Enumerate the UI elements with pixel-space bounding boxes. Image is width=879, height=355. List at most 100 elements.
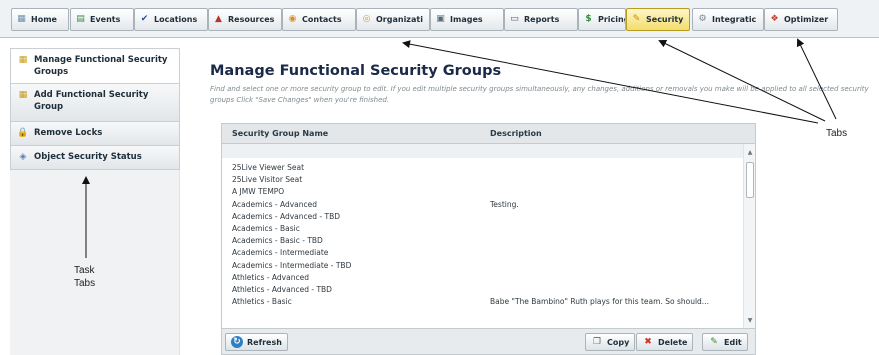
scroll-up-icon[interactable]: ▲ bbox=[744, 148, 755, 158]
table-row[interactable]: 25Live Visitor Seat bbox=[222, 174, 743, 186]
tabs-annotation-label: Tabs bbox=[826, 128, 848, 139]
task-tab-label: Add Functional Security Group bbox=[34, 90, 149, 112]
scroll-down-icon[interactable]: ▼ bbox=[744, 316, 755, 326]
grid-toolbar: ↻ Refresh ❐ Copy ✖ Delete ✎ Edit bbox=[222, 328, 755, 354]
table-row[interactable]: Academics - Basic - TBD bbox=[222, 235, 743, 247]
events-icon: ▤ bbox=[76, 14, 85, 24]
task-panel-background bbox=[10, 170, 180, 355]
grid-header: Security Group Name Description bbox=[222, 124, 755, 144]
table-row[interactable]: Academics - Basic bbox=[222, 223, 743, 235]
manage-groups-icon: ▦ bbox=[18, 55, 28, 65]
tab-label: Resources bbox=[228, 15, 275, 24]
shield-icon: ◈ bbox=[19, 152, 27, 162]
grid-scrollbar[interactable]: ▲ ▼ bbox=[743, 144, 755, 328]
cell-group-name: Athletics - Advanced bbox=[232, 272, 309, 282]
resources-icon: ▲ bbox=[215, 14, 222, 24]
add-group-icon: ▦ bbox=[18, 90, 28, 100]
refresh-button[interactable]: ↻ Refresh bbox=[225, 333, 288, 351]
table-row[interactable]: Athletics - Basic Babe "The Bambino" Ruth… bbox=[222, 296, 743, 308]
cell-group-name: 25Live Visitor Seat bbox=[232, 175, 303, 185]
table-row[interactable]: A JMW TEMPO bbox=[222, 186, 743, 198]
cell-group-name: 25Live Viewer Seat bbox=[232, 163, 305, 172]
tab-events[interactable]: ▤ Events bbox=[70, 8, 134, 31]
top-tab-bar: ▦ Home ▤ Events ✔ Locations ▲ Resources ◉ Contact… bbox=[0, 0, 879, 38]
copy-label: Copy bbox=[607, 337, 630, 347]
locations-icon: ✔ bbox=[140, 14, 149, 24]
delete-button[interactable]: ✖ Delete bbox=[636, 333, 694, 351]
table-row[interactable]: Athletics - Advanced - TBD bbox=[222, 284, 743, 296]
table-row[interactable]: Athletics - Advanced bbox=[222, 272, 743, 284]
table-row[interactable]: 25Live Viewer Seat bbox=[222, 162, 743, 174]
tab-resources[interactable]: ▲ Resources bbox=[208, 8, 282, 31]
tab-label: Optimizer bbox=[784, 15, 829, 24]
pricing-icon: $ bbox=[585, 14, 592, 24]
tab-label: Contacts bbox=[302, 15, 342, 24]
tab-label: Integratic bbox=[712, 15, 757, 24]
integration-icon: ⚙ bbox=[698, 14, 707, 24]
tab-label: Images bbox=[450, 15, 483, 24]
cell-description: Testing. bbox=[490, 199, 519, 209]
security-icon: ✎ bbox=[632, 14, 641, 24]
refresh-label: Refresh bbox=[247, 337, 282, 347]
lock-icon: 🔒 bbox=[17, 128, 29, 138]
tab-home[interactable]: ▦ Home bbox=[11, 8, 69, 31]
edit-label: Edit bbox=[724, 337, 742, 347]
cell-group-name: Athletics - Advanced - TBD bbox=[232, 284, 332, 294]
table-row[interactable]: Academics - Advanced Testing. bbox=[222, 199, 743, 211]
instructions-text: Find and select one or more security gro… bbox=[210, 85, 869, 104]
organizations-icon: ◎ bbox=[362, 14, 371, 24]
cell-group-name: Academics - Basic bbox=[232, 223, 300, 233]
task-tabs: ▦ Manage Functional Security Groups ▦ Ad… bbox=[10, 48, 180, 170]
column-header-description[interactable]: Description bbox=[490, 129, 542, 138]
tab-label: Pricing bbox=[598, 15, 625, 24]
tab-images[interactable]: ▣ Images bbox=[430, 8, 504, 31]
task-tab-label: Manage Functional Security Groups bbox=[34, 55, 168, 77]
cell-group-name: Academics - Intermediate - TBD bbox=[232, 260, 352, 270]
task-tab-add-group[interactable]: ▦ Add Functional Security Group bbox=[10, 84, 180, 122]
task-tab-manage-groups[interactable]: ▦ Manage Functional Security Groups bbox=[10, 48, 180, 84]
task-tab-object-security-status[interactable]: ◈ Object Security Status bbox=[10, 146, 180, 170]
tab-reports[interactable]: ▭ Reports bbox=[504, 8, 578, 31]
tab-organizations[interactable]: ◎ Organizati bbox=[356, 8, 430, 31]
cell-description: Babe "The Bambino" Ruth plays for this t… bbox=[490, 297, 709, 307]
refresh-icon: ↻ bbox=[231, 336, 243, 348]
cell-group-name: Academics - Intermediate bbox=[232, 248, 329, 258]
task-tab-label: Object Security Status bbox=[34, 152, 142, 162]
tab-integration[interactable]: ⚙ Integratic bbox=[692, 8, 764, 31]
tab-security[interactable]: ✎ Security bbox=[626, 8, 690, 31]
task-tabs-annotation-label: Task Tabs bbox=[74, 264, 95, 290]
table-row[interactable]: Academics - Advanced - TBD bbox=[222, 211, 743, 223]
table-row[interactable]: Academics - Intermediate - TBD bbox=[222, 260, 743, 272]
edit-icon: ✎ bbox=[710, 337, 718, 347]
grid-filter-row bbox=[222, 144, 755, 158]
task-tabs-label-line-1: Task bbox=[74, 265, 95, 276]
home-icon: ▦ bbox=[17, 14, 26, 24]
security-groups-grid: Security Group Name Description 25Live V… bbox=[221, 123, 756, 355]
task-tab-remove-locks[interactable]: 🔒 Remove Locks bbox=[10, 122, 180, 146]
column-header-name[interactable]: Security Group Name bbox=[232, 129, 328, 138]
task-tabs-label-line-2: Tabs bbox=[74, 278, 96, 289]
tab-label: Organizati bbox=[376, 15, 423, 24]
copy-button[interactable]: ❐ Copy bbox=[585, 333, 636, 351]
tab-label: Security bbox=[646, 15, 684, 24]
tab-label: Home bbox=[31, 15, 57, 24]
tab-label: Locations bbox=[154, 15, 198, 24]
page: ▦ Home ▤ Events ✔ Locations ▲ Resources ◉ Contact… bbox=[0, 0, 879, 355]
tab-optimizer[interactable]: ❖ Optimizer bbox=[764, 8, 838, 31]
edit-button[interactable]: ✎ Edit bbox=[702, 333, 748, 351]
reports-icon: ▭ bbox=[510, 14, 519, 24]
cell-group-name: Academics - Advanced - TBD bbox=[232, 211, 341, 221]
cell-group-name: Athletics - Basic bbox=[232, 297, 292, 307]
tab-pricing[interactable]: $ Pricing bbox=[578, 8, 626, 31]
grid-rows: 25Live Viewer Seat 25Live Visitor Seat A J… bbox=[222, 162, 743, 328]
scroll-thumb[interactable] bbox=[746, 162, 754, 198]
tab-contacts[interactable]: ◉ Contacts bbox=[282, 8, 356, 31]
tab-label: Events bbox=[90, 15, 121, 24]
arrow-to-security-tab bbox=[658, 40, 826, 122]
cell-group-name: A JMW TEMPO bbox=[232, 187, 285, 197]
table-row[interactable]: Academics - Intermediate bbox=[222, 247, 743, 259]
optimizer-icon: ❖ bbox=[770, 14, 779, 24]
tab-label: Reports bbox=[524, 15, 560, 24]
page-title: Manage Functional Security Groups bbox=[210, 63, 502, 79]
tab-locations[interactable]: ✔ Locations bbox=[134, 8, 208, 31]
